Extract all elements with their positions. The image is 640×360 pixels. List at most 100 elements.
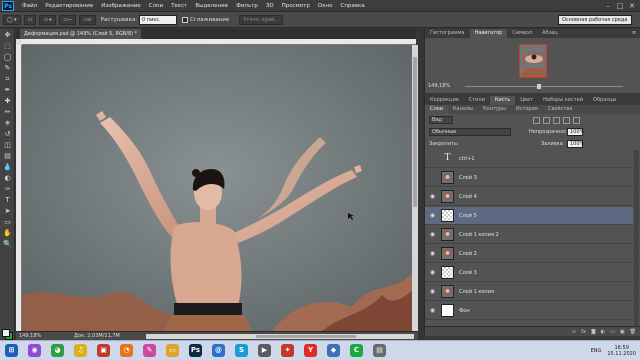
layer-mask-icon[interactable]: ◙ (591, 329, 596, 335)
panel-group-tab[interactable]: Образцы (588, 96, 621, 105)
layer-row[interactable]: ◉ Слой 4 (425, 188, 633, 206)
navigator-preview[interactable] (519, 44, 547, 78)
layer-row[interactable]: ◉ Слой 1 копия (425, 283, 633, 301)
blur-icon[interactable]: 💧 (2, 162, 13, 172)
shape-icon[interactable]: ▭ (2, 217, 13, 227)
pen-icon[interactable]: ✑ (2, 184, 13, 194)
layers-subpanel-tab[interactable]: Контуры (478, 105, 511, 114)
player-icon[interactable]: ◆ (327, 344, 340, 357)
visibility-eye-icon[interactable]: ◉ (429, 269, 436, 276)
clock[interactable]: 16:59 15.11.2020 (607, 345, 636, 357)
mail-icon[interactable]: @ (212, 344, 225, 357)
eyedropper-icon[interactable]: ✒ (2, 85, 13, 95)
explorer-icon[interactable]: ▭ (166, 344, 179, 357)
layer-row[interactable]: ◉ Слой 5 (425, 207, 633, 225)
new-group-icon[interactable]: ▭ (610, 329, 615, 335)
filter-pixel-icon[interactable] (533, 117, 540, 124)
horizontal-scroll-thumb[interactable] (256, 335, 356, 338)
navigator-zoom-slider[interactable] (465, 86, 623, 87)
menu-item[interactable]: Текст (167, 3, 191, 9)
navigator-tab[interactable]: Символ (507, 29, 537, 38)
visibility-eye-icon[interactable]: ◉ (429, 288, 436, 295)
layers-subpanel-tab[interactable]: Слои (425, 105, 448, 114)
menu-item[interactable]: Выделение (191, 3, 232, 9)
lasso-icon[interactable]: ◯ (2, 52, 13, 62)
hand-icon[interactable]: ✋ (2, 228, 13, 238)
recorder-icon[interactable]: C (350, 344, 363, 357)
layer-row[interactable]: ◉ Слой 2 (425, 245, 633, 263)
firefox-icon[interactable]: ◔ (120, 344, 133, 357)
media-icon[interactable]: ▶ (258, 344, 271, 357)
fill-input[interactable]: 100% (567, 140, 584, 148)
dodge-icon[interactable]: ◐ (2, 173, 13, 183)
visibility-eye-icon[interactable]: ◉ (429, 193, 436, 200)
zoom-icon[interactable]: 🔍 (2, 239, 13, 249)
brush-icon[interactable]: ✏ (2, 107, 13, 117)
panel-group-tab[interactable]: Стили (464, 96, 490, 105)
visibility-eye-icon[interactable] (429, 174, 436, 181)
foreground-color-swatch[interactable] (2, 329, 10, 337)
adjustment-layer-icon[interactable]: ◐ (601, 329, 605, 335)
selection-mode-intersect[interactable]: ▭∩ (79, 14, 96, 25)
history-brush-icon[interactable]: ↺ (2, 129, 13, 139)
paint-icon[interactable]: ✎ (143, 344, 156, 357)
panel-menu-icon[interactable]: ≡ (632, 30, 638, 36)
layer-row[interactable]: ◉ Слой 3 (425, 264, 633, 282)
delete-layer-icon[interactable]: 🗑 (630, 329, 636, 335)
path-select-icon[interactable]: ➤ (2, 206, 13, 216)
gradient-icon[interactable]: ▤ (2, 151, 13, 161)
layer-row[interactable]: Tctrl+1 (425, 150, 633, 168)
navigator-zoom[interactable]: 149,18% (428, 83, 450, 89)
antialias-checkbox[interactable] (182, 16, 189, 23)
menu-item[interactable]: Редактирование (41, 3, 97, 9)
navigator-tab[interactable]: Гистограмма (425, 29, 470, 38)
document-canvas[interactable] (22, 45, 412, 331)
minimize-button[interactable]: – (602, 0, 614, 12)
menu-item[interactable]: Окно (314, 3, 337, 9)
menu-item[interactable]: Фильтр (232, 3, 262, 9)
files-icon[interactable]: ▤ (373, 344, 386, 357)
layer-style-icon[interactable]: fx (581, 329, 586, 335)
selection-mode-new[interactable]: ▭ (23, 14, 37, 25)
menu-item[interactable]: Файл (18, 3, 41, 9)
navigator-tab[interactable]: Абзац (537, 29, 563, 38)
document-tab[interactable]: Деформация.psd @ 149% (Слой 5, RGB/8) * (20, 29, 142, 39)
music-icon[interactable]: ♫ (74, 344, 87, 357)
panel-group-tab[interactable]: Цвет (515, 96, 538, 105)
layers-scrollbar[interactable] (634, 150, 639, 326)
marquee-icon[interactable]: ⬚ (2, 41, 13, 51)
layer-row[interactable]: ◉ Слой 1 копия 2 (425, 226, 633, 244)
visibility-eye-icon[interactable] (429, 155, 436, 162)
feather-input[interactable]: 0 пикс. (139, 14, 178, 25)
workspace-select[interactable]: Основная рабочая среда (558, 15, 632, 25)
language-indicator[interactable]: ENG (591, 348, 602, 354)
stamp-icon[interactable]: ⎈ (2, 118, 13, 128)
layers-subpanel-tab[interactable]: Свойства (543, 105, 577, 114)
panel-group-tab[interactable]: Кисть (489, 96, 516, 105)
move-icon[interactable]: ✥ (2, 30, 13, 40)
alice-icon[interactable]: ◉ (28, 344, 41, 357)
horizontal-scrollbar[interactable] (146, 334, 414, 339)
eraser-icon[interactable]: ◫ (2, 140, 13, 150)
link-layers-icon[interactable]: ∞ (572, 329, 576, 335)
maximize-button[interactable]: □ (614, 0, 626, 12)
menu-item[interactable]: Справка (336, 3, 368, 9)
visibility-eye-icon[interactable]: ◉ (429, 231, 436, 238)
selection-mode-add[interactable]: ▭+ (39, 14, 57, 25)
text-icon[interactable]: T (2, 195, 13, 205)
menu-item[interactable]: Просмотр (278, 3, 314, 9)
start-icon[interactable]: ⊞ (5, 344, 18, 357)
yandex-icon[interactable]: Y (304, 344, 317, 357)
quick-select-icon[interactable]: ✎ (2, 63, 13, 73)
visibility-eye-icon[interactable]: ◉ (429, 307, 436, 314)
crop-icon[interactable]: ⌗ (2, 74, 13, 84)
filter-smart-icon[interactable] (573, 117, 580, 124)
selection-mode-subtract[interactable]: ▭− (59, 14, 77, 25)
visibility-eye-icon[interactable]: ◉ (429, 212, 436, 219)
filter-adjustment-icon[interactable] (543, 117, 550, 124)
layers-subpanel-tab[interactable]: История (511, 105, 543, 114)
opacity-input[interactable]: 100% (567, 128, 584, 136)
navigator-tab[interactable]: Навигатор (469, 29, 508, 38)
panel-group-tab[interactable]: Коррекция (425, 96, 464, 105)
layer-row[interactable]: Слой 3 (425, 169, 633, 187)
